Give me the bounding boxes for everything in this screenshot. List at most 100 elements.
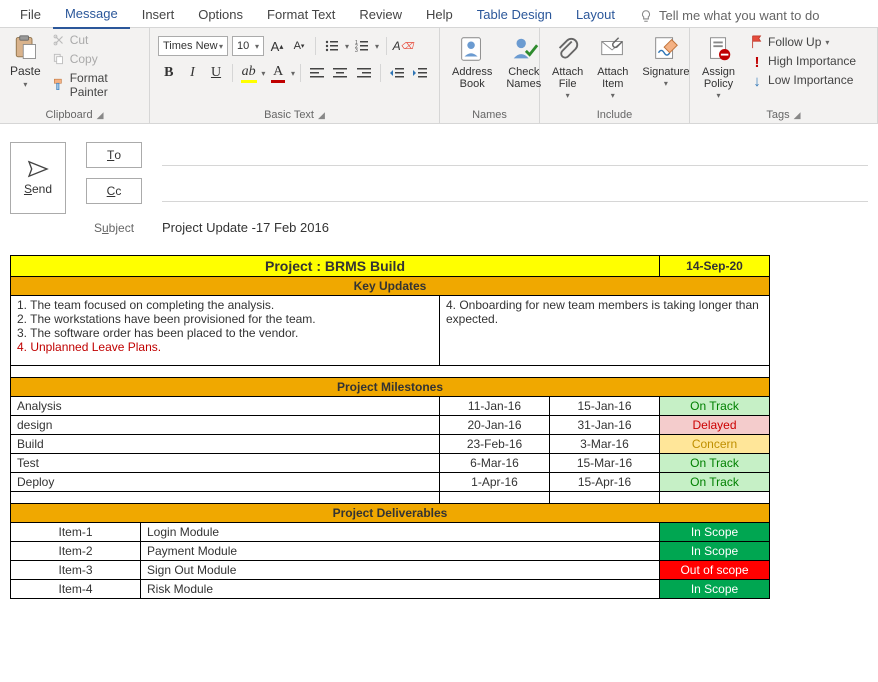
numbering-button[interactable]: 123	[353, 37, 371, 55]
deliverable-row: Item-2Payment ModuleIn Scope	[11, 542, 770, 561]
basic-text-launcher-icon[interactable]: ◢	[318, 110, 325, 121]
to-button[interactable]: To	[86, 142, 142, 168]
flag-icon	[750, 35, 764, 49]
clear-formatting-button[interactable]: A⌫	[394, 37, 412, 55]
group-clipboard: Paste ▾ Cut Copy Format Painter Clipboar…	[0, 28, 150, 123]
cc-input[interactable]	[162, 180, 868, 202]
font-size-combo[interactable]: 10▾	[232, 36, 264, 56]
milestone-status: On Track	[660, 397, 770, 416]
assign-policy-button[interactable]: Assign Policy▾	[698, 32, 739, 103]
align-center-button[interactable]	[330, 62, 352, 84]
cut-button[interactable]: Cut	[49, 32, 141, 48]
underline-button[interactable]: U	[205, 62, 227, 84]
highlight-button[interactable]: ab	[238, 62, 260, 84]
attach-file-button[interactable]: Attach File▾	[548, 32, 587, 103]
deliverable-item: Item-1	[11, 523, 141, 542]
tab-review[interactable]: Review	[347, 3, 414, 28]
font-name-combo[interactable]: Times New▾	[158, 36, 228, 56]
follow-up-button[interactable]: Follow Up▾	[747, 34, 859, 50]
chevron-down-icon[interactable]: ▾	[345, 42, 349, 51]
tab-options[interactable]: Options	[186, 3, 255, 28]
copy-button[interactable]: Copy	[49, 51, 141, 67]
include-group-label: Include	[597, 109, 632, 121]
ribbon-tabs: File Message Insert Options Format Text …	[0, 0, 878, 28]
project-title: Project : BRMS Build	[11, 256, 660, 277]
signature-button[interactable]: Signature▾	[638, 32, 693, 91]
deliverable-row: Item-1Login ModuleIn Scope	[11, 523, 770, 542]
align-left-button[interactable]	[306, 62, 328, 84]
chevron-down-icon[interactable]: ▾	[261, 69, 265, 78]
cc-button[interactable]: Cc	[86, 178, 142, 204]
assign-policy-icon	[704, 34, 734, 64]
subject-value[interactable]: Project Update -17 Feb 2016	[162, 220, 329, 235]
deliverable-status: In Scope	[660, 580, 770, 599]
milestone-status: Concern	[660, 435, 770, 454]
font-name-value: Times New	[163, 40, 218, 52]
chevron-down-icon[interactable]: ▾	[291, 69, 295, 78]
milestone-start: 20-Jan-16	[440, 416, 550, 435]
message-body[interactable]: Project : BRMS Build 14-Sep-20 Key Updat…	[0, 245, 878, 609]
high-importance-button[interactable]: ! High Importance	[747, 53, 859, 69]
milestone-row: design20-Jan-1631-Jan-16Delayed	[11, 416, 770, 435]
deliverable-desc: Risk Module	[141, 580, 660, 599]
group-tags: Assign Policy▾ Follow Up▾ ! High Importa…	[690, 28, 878, 123]
chevron-down-icon[interactable]: ▾	[375, 42, 379, 51]
cut-label: Cut	[70, 33, 89, 47]
tab-layout[interactable]: Layout	[564, 3, 627, 28]
scissors-icon	[52, 33, 66, 47]
attach-item-button[interactable]: Attach Item▾	[593, 32, 632, 103]
paperclip-icon	[553, 34, 583, 64]
tab-message[interactable]: Message	[53, 2, 130, 29]
group-basic-text: Times New▾ 10▾ A▴ A▾ ▾ 123 ▾ A⌫ B I U ab…	[150, 28, 440, 123]
send-icon	[27, 160, 49, 178]
project-table: Project : BRMS Build 14-Sep-20 Key Updat…	[10, 255, 770, 599]
milestone-end: 31-Jan-16	[550, 416, 660, 435]
check-names-button[interactable]: Check Names	[502, 32, 545, 92]
milestone-status: On Track	[660, 454, 770, 473]
tab-insert[interactable]: Insert	[130, 3, 187, 28]
milestone-row: Deploy1-Apr-1615-Apr-16On Track	[11, 473, 770, 492]
key-updates-header: Key Updates	[11, 277, 770, 296]
format-painter-button[interactable]: Format Painter	[49, 70, 141, 100]
italic-button[interactable]: I	[182, 62, 204, 84]
deliverables-header: Project Deliverables	[11, 504, 770, 523]
align-center-icon	[333, 67, 347, 79]
high-importance-icon: !	[750, 54, 764, 68]
milestone-name: design	[11, 416, 440, 435]
grow-font-button[interactable]: A▴	[268, 37, 286, 55]
high-importance-label: High Importance	[768, 54, 856, 68]
tab-format-text[interactable]: Format Text	[255, 3, 347, 28]
chevron-down-icon: ▾	[664, 80, 668, 89]
tags-launcher-icon[interactable]: ◢	[794, 110, 801, 121]
paste-button[interactable]: Paste ▾	[8, 32, 43, 102]
align-left-icon	[310, 67, 324, 79]
to-input[interactable]	[162, 144, 868, 166]
decrease-indent-button[interactable]	[386, 62, 408, 84]
bold-button[interactable]: B	[158, 62, 180, 84]
clipboard-launcher-icon[interactable]: ◢	[97, 110, 104, 121]
milestone-name: Build	[11, 435, 440, 454]
tab-help[interactable]: Help	[414, 3, 465, 28]
deliverable-item: Item-4	[11, 580, 141, 599]
updates-left: 1. The team focused on completing the an…	[11, 296, 440, 366]
bullets-button[interactable]	[323, 37, 341, 55]
milestones-header: Project Milestones	[11, 378, 770, 397]
address-book-button[interactable]: Address Book	[448, 32, 496, 92]
cc-label: c	[115, 184, 121, 198]
indent-icon	[413, 67, 427, 79]
tab-table-design[interactable]: Table Design	[465, 3, 564, 28]
deliverable-item: Item-2	[11, 542, 141, 561]
milestone-name: Test	[11, 454, 440, 473]
tell-me-search[interactable]: Tell me what you want to do	[639, 8, 819, 23]
tab-file[interactable]: File	[8, 3, 53, 28]
font-color-button[interactable]: A	[267, 62, 289, 84]
align-right-button[interactable]	[353, 62, 375, 84]
tell-me-label: Tell me what you want to do	[659, 8, 819, 23]
compose-header: Send To Cc Subject Project Update -17 Fe…	[0, 124, 878, 245]
group-include: Attach File▾ Attach Item▾ Signature▾ Inc…	[540, 28, 690, 123]
milestone-status: On Track	[660, 473, 770, 492]
low-importance-button[interactable]: ↓ Low Importance	[747, 72, 859, 88]
send-button[interactable]: Send	[10, 142, 66, 214]
shrink-font-button[interactable]: A▾	[290, 37, 308, 55]
increase-indent-button[interactable]	[409, 62, 431, 84]
